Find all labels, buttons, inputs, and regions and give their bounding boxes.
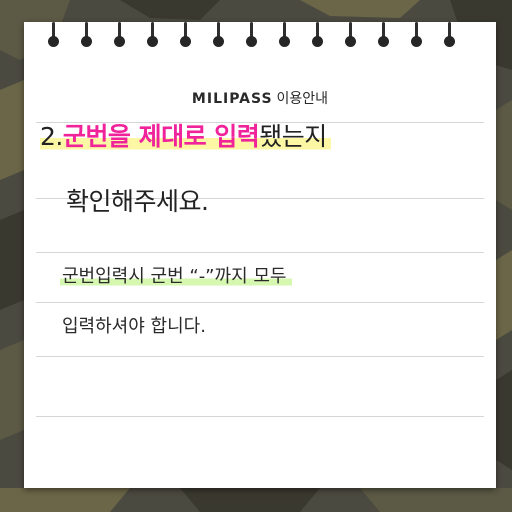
ruled-line (36, 252, 484, 253)
binder-ring-icon (242, 22, 262, 52)
binder-ring-icon (407, 22, 427, 52)
header-subtitle: 이용안내 (276, 91, 329, 107)
binder-ring-icon (374, 22, 394, 52)
binder-ring-icon (209, 22, 229, 52)
notice-body-line1: 군번입력시 군번 “-”까지 모두 (60, 268, 293, 286)
binder-ring-icon (77, 22, 97, 52)
binder-ring-icon (176, 22, 196, 52)
binder-ring-icon (110, 22, 130, 52)
binder-ring-icon (44, 22, 64, 52)
notepad-card: MILIPASS 이용안내 (24, 22, 496, 488)
title-emphasis: 군번을 제대로 입력 (62, 122, 260, 151)
title-rest: 됐는지 (259, 122, 327, 151)
binder-ring-icon (308, 22, 328, 52)
notice-title-line2: 확인해주세요. (66, 187, 209, 216)
page-header: MILIPASS 이용안내 (24, 88, 496, 108)
binder-ring-icon (275, 22, 295, 52)
notice-body-line2: 입력하셔야 합니다. (62, 316, 206, 337)
title-highlight: 2.군번을 제대로 입력됐는지 (40, 122, 331, 151)
ruled-line (36, 416, 484, 417)
binder-rings (24, 22, 496, 62)
binder-ring-icon (143, 22, 163, 52)
binder-ring-icon (440, 22, 460, 52)
ruled-line (36, 356, 484, 357)
brand-name: MILIPASS (191, 91, 273, 107)
notice-number: 2. (40, 122, 63, 151)
ruled-line (36, 302, 484, 303)
binder-ring-icon (341, 22, 361, 52)
notice-title: 2.군번을 제대로 입력됐는지 (40, 122, 331, 151)
